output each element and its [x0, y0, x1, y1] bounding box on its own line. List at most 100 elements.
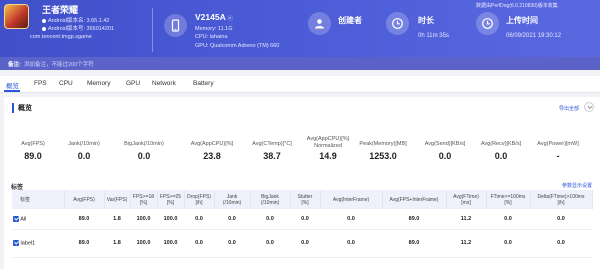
device-cpu: CPU: lahaina [195, 34, 228, 40]
tab-overview[interactable]: 概览 [6, 80, 19, 90]
table-row: label1 89.0 1.8 100.0 100.0 0.0 0.0 0.0 … [12, 229, 592, 258]
table-cell: 0.0 [250, 209, 290, 230]
column-header[interactable]: Avg(FTime) [ms] [446, 190, 487, 209]
column-header[interactable]: 标签 [12, 190, 65, 209]
app-name: 王者荣耀 [42, 5, 79, 15]
table-cell: 100.0 [157, 229, 184, 258]
device-gpu: GPU: Qualcomm Adreno (TM) 660 [195, 43, 280, 49]
table-cell: 0.0 [290, 209, 320, 230]
chevron-down-icon [586, 105, 593, 110]
upload-clock-icon [476, 12, 499, 35]
android-icon [42, 26, 46, 31]
table-cell: 100.0 [157, 209, 184, 230]
column-header[interactable]: Stutter [%] [290, 190, 321, 209]
note-label: 备注: [8, 62, 21, 68]
metric-label: Avg(Send)[KB/s] [424, 141, 466, 147]
row-checkbox[interactable] [13, 239, 19, 246]
row-checkbox[interactable] [13, 215, 19, 222]
header-divider [152, 8, 153, 52]
column-header[interactable]: BigJank (/10min) [250, 190, 291, 209]
app-version-code: Android版本号: 365014201 [42, 24, 114, 32]
metric-label: Avg(Recv)[KB/s] [480, 141, 522, 147]
column-header[interactable]: Avg(InterFrame) [320, 190, 383, 209]
table-cell: 0.0 [290, 229, 320, 258]
column-header[interactable]: FTime>=100ms [%] [486, 190, 531, 209]
android-icon [42, 18, 46, 23]
tab-network[interactable]: Network [152, 80, 176, 87]
metric-label: Avg(FPS) [21, 141, 45, 147]
column-header[interactable]: Var(FPS) [104, 190, 131, 209]
upload-time-label: 上传时间 [506, 16, 538, 25]
metric-value: 89.0 [24, 151, 42, 161]
active-tab-indicator [4, 90, 20, 92]
column-header[interactable]: Delta(FTime)>100ms [/h] [530, 190, 593, 209]
metric-value: 38.7 [263, 151, 281, 161]
column-header[interactable]: FPS>=18 [%] [130, 190, 158, 209]
metric-label: Avg(CTemp)[°C] [252, 141, 292, 147]
note-bar: 备注: 添加备注，不能过200个字符 [0, 57, 600, 70]
app-icon [4, 4, 29, 29]
table-cell: 1.8 [104, 209, 130, 230]
table-cell: 11.2 [446, 209, 486, 230]
tab-cpu[interactable]: CPU [59, 80, 73, 87]
tab-battery[interactable]: Battery [193, 80, 214, 87]
collector-note: 数据由PerfDog(6.0.210830)版本收集 [476, 3, 558, 9]
table-cell: 89.0 [382, 209, 446, 230]
table-cell: 0.0 [214, 209, 250, 230]
device-name: V2145A ⓔ [195, 12, 233, 22]
metric-value: 0.0 [137, 151, 151, 161]
tab-fps[interactable]: FPS [34, 80, 47, 87]
column-header[interactable]: Avg(FPS) [64, 190, 105, 209]
table-cell: 0.0 [486, 229, 530, 258]
tab-bar: 概览 FPS CPU Memory GPU Network Battery [0, 76, 600, 93]
duration-label: 时长 [418, 16, 434, 25]
table-cell: 0.0 [320, 209, 382, 230]
metric-value: 1253.0 [369, 151, 397, 161]
metric-label: Avg(Power)[mW] [537, 141, 579, 147]
table-cell: 0.0 [530, 229, 592, 258]
device-memory: Memory: 11.1G [195, 26, 233, 32]
table-cell: 0.0 [184, 209, 214, 230]
table-cell: 100.0 [130, 209, 157, 230]
table-cell: 0.0 [184, 229, 214, 258]
user-icon [308, 12, 331, 35]
creator-label: 创建者 [338, 16, 362, 25]
metric-label: Avg(AppCPU)[%] [190, 141, 234, 147]
table-cell: 11.2 [446, 229, 486, 258]
metric-label: Jank(/10min) [68, 141, 100, 147]
metric-value: 0.0 [438, 151, 452, 161]
export-all-button[interactable]: 导出全部 [559, 105, 579, 112]
row-label-cell: label1 [12, 229, 64, 258]
column-header[interactable]: Drop(FPS) [/h] [184, 190, 215, 209]
metric-label: BigJank(/10min) [124, 141, 164, 147]
labels-table: 标签 Avg(FPS) Var(FPS) FPS>=18 [%] FPS>=25… [12, 190, 593, 258]
metric-value: 0.0 [494, 151, 508, 161]
tab-gpu[interactable]: GPU [126, 80, 140, 87]
table-cell: 100.0 [130, 229, 157, 258]
duration-value: 0h 11m 35s [418, 33, 449, 39]
overview-title: 概览 [12, 103, 32, 113]
metric-value: 0.0 [77, 151, 91, 161]
table-cell: 89.0 [64, 229, 104, 258]
table-header-row: 标签 Avg(FPS) Var(FPS) FPS>=18 [%] FPS>=25… [12, 190, 593, 209]
table-cell: 0.0 [530, 209, 592, 230]
phone-icon [164, 14, 187, 37]
row-label-cell: All [12, 209, 64, 230]
param-display-settings-link[interactable]: 参数显示设置 [562, 182, 592, 189]
table-cell: 0.0 [214, 229, 250, 258]
collapse-button[interactable] [584, 102, 594, 112]
column-header[interactable]: Jank (/10min) [214, 190, 251, 209]
report-header: 王者荣耀 Android版本名: 3.65.1.42 Android版本号: 3… [0, 0, 600, 57]
upload-time-value: 06/09/2021 19:30:12 [506, 33, 562, 39]
column-header[interactable]: Avg(FPS+InterFrame) [382, 190, 447, 209]
app-version-name: Android版本名: 3.65.1.42 [42, 16, 109, 24]
tab-memory[interactable]: Memory [87, 80, 110, 87]
clock-icon [386, 12, 409, 35]
table-cell: 89.0 [64, 209, 104, 230]
table-cell: 89.0 [382, 229, 446, 258]
table-cell: 0.0 [320, 229, 382, 258]
column-header[interactable]: FPS>=25 [%] [157, 190, 185, 209]
metric-label: Peak(Memory)[MB] [359, 141, 407, 147]
overview-panel: 概览 导出全部 Avg(FPS) 89.0 Jank(/10min) 0.0 B… [4, 97, 600, 269]
note-input[interactable]: 添加备注，不能过200个字符 [24, 60, 94, 68]
